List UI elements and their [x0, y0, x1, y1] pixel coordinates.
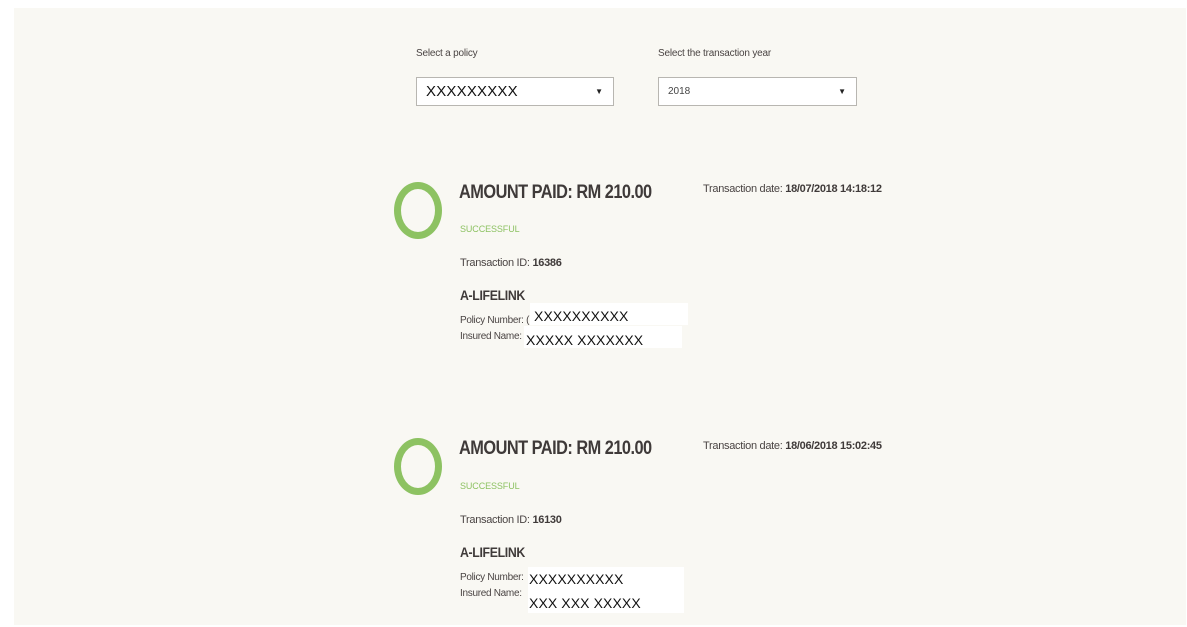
- product-name: A-LIFELINK: [460, 287, 525, 303]
- transaction-history-page: Select a policy XXXXXXXXX ▼ Select the t…: [14, 8, 1186, 625]
- policy-number-value: XXXXXXXXXX: [534, 308, 629, 324]
- transaction-id: Transaction ID: 16386: [460, 257, 562, 269]
- policy-select-value: XXXXXXXXX: [426, 83, 518, 100]
- year-select-label: Select the transaction year: [658, 48, 771, 59]
- dropdown-arrow-icon: ▼: [595, 87, 603, 96]
- transaction-id: Transaction ID: 16130: [460, 514, 562, 526]
- amount-paid: AMOUNT PAID: RM 210.00: [459, 438, 652, 459]
- success-status-ring-icon: [394, 438, 442, 495]
- product-name: A-LIFELINK: [460, 544, 525, 560]
- transaction-date: Transaction date: 18/06/2018 15:02:45: [703, 440, 882, 452]
- policy-number-label: Policy Number: (: [460, 315, 530, 326]
- year-select-value: 2018: [668, 86, 691, 97]
- policy-number-label: Policy Number:: [460, 572, 524, 583]
- policy-number-value: XXXXXXXXXX: [529, 571, 624, 587]
- policy-select-label: Select a policy: [416, 48, 478, 59]
- amount-paid: AMOUNT PAID: RM 210.00: [459, 182, 652, 203]
- insured-name-value: XXX XXX XXXXX: [529, 595, 641, 611]
- transaction-date: Transaction date: 18/07/2018 14:18:12: [703, 183, 882, 195]
- year-select[interactable]: 2018 ▼: [658, 77, 857, 106]
- policy-select[interactable]: XXXXXXXXX ▼: [416, 77, 614, 106]
- transaction-status: SUCCESSFUL: [460, 481, 520, 491]
- dropdown-arrow-icon: ▼: [838, 87, 846, 96]
- insured-name-label: Insured Name:: [460, 588, 522, 599]
- insured-name-value: XXXXX XXXXXXX: [526, 332, 644, 348]
- transaction-status: SUCCESSFUL: [460, 224, 520, 234]
- insured-name-label: Insured Name:: [460, 331, 522, 342]
- success-status-ring-icon: [394, 182, 442, 239]
